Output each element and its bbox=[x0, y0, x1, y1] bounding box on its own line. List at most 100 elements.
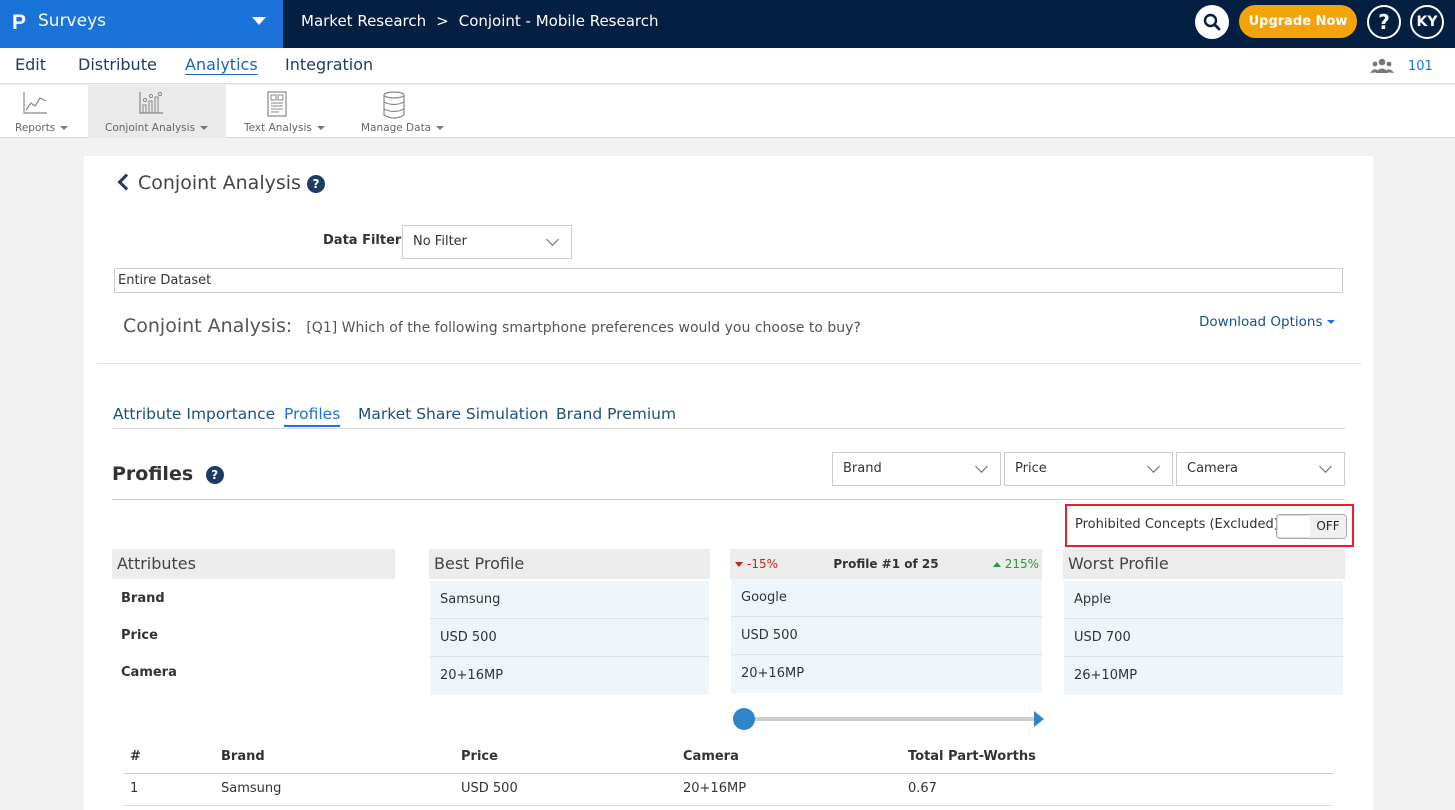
tab-market-share-simulation[interactable]: Market Share Simulation bbox=[358, 405, 548, 423]
page-title: Conjoint Analysis ? bbox=[117, 172, 325, 194]
line-chart-icon bbox=[23, 92, 47, 114]
table-header-divider bbox=[124, 773, 1333, 774]
best-profile-brand: Samsung bbox=[430, 581, 709, 619]
menu-bar: Edit Distribute Analytics Integration 10… bbox=[0, 48, 1455, 84]
page-title-text: Conjoint Analysis bbox=[138, 172, 301, 194]
increase-indicator: 215% bbox=[993, 549, 1039, 579]
toolbar-item-reports[interactable]: Reports bbox=[0, 85, 88, 138]
toolbar-label-manage-data: Manage Data bbox=[361, 122, 444, 134]
app-name: Surveys bbox=[38, 11, 106, 31]
price-filter-select[interactable]: Price bbox=[1004, 452, 1173, 486]
search-icon bbox=[1203, 13, 1221, 31]
app-logo: P bbox=[12, 11, 27, 34]
current-profile-price: USD 500 bbox=[731, 617, 1042, 655]
divider bbox=[112, 499, 1345, 500]
users-icon[interactable] bbox=[1370, 58, 1394, 74]
brand-filter-select[interactable]: Brand bbox=[832, 452, 1001, 486]
chevron-down-icon bbox=[975, 460, 988, 473]
table-cell-number: 1 bbox=[130, 781, 139, 796]
analysis-heading: Conjoint Analysis: [Q1] Which of the foll… bbox=[123, 315, 861, 337]
question-text: [Q1] Which of the following smartphone p… bbox=[306, 320, 861, 336]
table-cell-camera: 20+16MP bbox=[683, 781, 747, 796]
breadcrumb: Market Research > Conjoint - Mobile Resear… bbox=[301, 12, 659, 30]
current-profile-camera: 20+16MP bbox=[731, 655, 1042, 693]
analysis-heading-label: Conjoint Analysis: bbox=[123, 315, 293, 337]
menu-item-edit[interactable]: Edit bbox=[15, 55, 46, 74]
help-icon[interactable]: ? bbox=[306, 174, 325, 193]
top-bar: P Surveys Market Research > Conjoint - Mob… bbox=[0, 0, 1455, 48]
toolbar-item-text-analysis[interactable]: Text Analysis bbox=[226, 85, 338, 138]
text-document-icon bbox=[267, 91, 287, 117]
back-chevron-icon[interactable] bbox=[117, 173, 135, 191]
camera-filter-select[interactable]: Camera bbox=[1176, 452, 1345, 486]
slider-next-arrow-icon[interactable] bbox=[1034, 711, 1044, 727]
dataset-field[interactable]: Entire Dataset bbox=[114, 268, 1343, 293]
camera-filter-label: Camera bbox=[1187, 461, 1239, 476]
table-header-camera: Camera bbox=[683, 749, 739, 764]
best-profile-camera: 20+16MP bbox=[430, 657, 709, 695]
toggle-state: OFF bbox=[1310, 515, 1346, 538]
brand-filter-label: Brand bbox=[843, 461, 882, 476]
table-cell-total-part-worths: 0.67 bbox=[908, 781, 937, 796]
analytics-toolbar: Reports Conjoint Analysis Text Analysis bbox=[0, 85, 1455, 138]
table-header-brand: Brand bbox=[221, 749, 265, 764]
chevron-down-icon bbox=[546, 233, 559, 246]
prohibited-concepts-label: Prohibited Concepts (Excluded) bbox=[1075, 517, 1279, 532]
table-header-total-part-worths: Total Part-Worths bbox=[908, 749, 1036, 764]
profile-slider-handle[interactable] bbox=[733, 708, 755, 730]
tab-profiles[interactable]: Profiles bbox=[284, 405, 341, 427]
toolbar-item-manage-data[interactable]: Manage Data bbox=[338, 85, 450, 138]
attribute-label-price: Price bbox=[121, 628, 158, 643]
breadcrumb-separator: > bbox=[436, 12, 449, 30]
table-header-number: # bbox=[130, 749, 141, 764]
current-profile-brand: Google bbox=[731, 579, 1042, 617]
table-cell-price: USD 500 bbox=[461, 781, 518, 796]
database-icon bbox=[383, 91, 405, 119]
profile-slider-track[interactable] bbox=[743, 717, 1037, 721]
chevron-down-icon bbox=[1319, 460, 1332, 473]
table-cell-brand: Samsung bbox=[221, 781, 282, 796]
menu-item-integration[interactable]: Integration bbox=[285, 55, 373, 74]
prohibited-concepts-toggle[interactable]: OFF bbox=[1276, 514, 1347, 539]
table-row-divider bbox=[124, 805, 1333, 806]
menu-item-analytics[interactable]: Analytics bbox=[185, 55, 258, 74]
toolbar-label-text-analysis: Text Analysis bbox=[244, 122, 325, 134]
tab-attribute-importance[interactable]: Attribute Importance bbox=[113, 405, 275, 423]
toolbar-label-conjoint-analysis: Conjoint Analysis bbox=[105, 122, 208, 134]
divider bbox=[97, 363, 1361, 364]
best-profile-header: Best Profile bbox=[429, 549, 710, 579]
prohibited-concepts-control: Prohibited Concepts (Excluded) OFF bbox=[1065, 504, 1354, 547]
app-switcher[interactable]: P Surveys bbox=[0, 0, 283, 48]
chevron-down-icon bbox=[1147, 460, 1160, 473]
data-filter-value: No Filter bbox=[413, 234, 468, 249]
chevron-down-icon bbox=[252, 17, 266, 25]
profiles-heading-text: Profiles bbox=[112, 463, 194, 485]
help-button[interactable]: ? bbox=[1367, 5, 1401, 39]
decrease-indicator: -15% bbox=[735, 549, 778, 579]
breadcrumb-item-folder[interactable]: Market Research bbox=[301, 12, 426, 30]
help-icon[interactable]: ? bbox=[205, 465, 224, 484]
attribute-label-camera: Camera bbox=[121, 665, 177, 680]
toolbar-item-conjoint-analysis[interactable]: Conjoint Analysis bbox=[88, 85, 226, 138]
best-profile-price: USD 500 bbox=[430, 619, 709, 657]
attribute-label-brand: Brand bbox=[121, 591, 165, 606]
data-filter-label: Data Filter bbox=[323, 233, 402, 248]
worst-profile-header: Worst Profile bbox=[1063, 549, 1345, 579]
attributes-header: Attributes bbox=[112, 549, 395, 579]
tab-brand-premium[interactable]: Brand Premium bbox=[556, 405, 676, 423]
table-header-price: Price bbox=[461, 749, 498, 764]
toolbar-label-reports: Reports bbox=[15, 122, 68, 134]
avatar[interactable]: KY bbox=[1410, 5, 1444, 39]
breadcrumb-item-survey[interactable]: Conjoint - Mobile Research bbox=[459, 12, 659, 30]
data-filter-select[interactable]: No Filter bbox=[402, 225, 572, 259]
download-options-dropdown[interactable]: Download Options bbox=[1199, 314, 1335, 330]
worst-profile-brand: Apple bbox=[1064, 581, 1343, 619]
current-profile-header: Profile #1 of 25 -15% 215% bbox=[730, 549, 1042, 579]
profiles-heading: Profiles ? bbox=[112, 463, 224, 485]
menu-item-distribute[interactable]: Distribute bbox=[78, 55, 157, 74]
price-filter-label: Price bbox=[1015, 461, 1047, 476]
users-count[interactable]: 101 bbox=[1408, 59, 1433, 74]
worst-profile-camera: 26+10MP bbox=[1064, 657, 1343, 695]
search-button[interactable] bbox=[1195, 5, 1229, 39]
upgrade-now-button[interactable]: Upgrade Now bbox=[1239, 5, 1357, 38]
